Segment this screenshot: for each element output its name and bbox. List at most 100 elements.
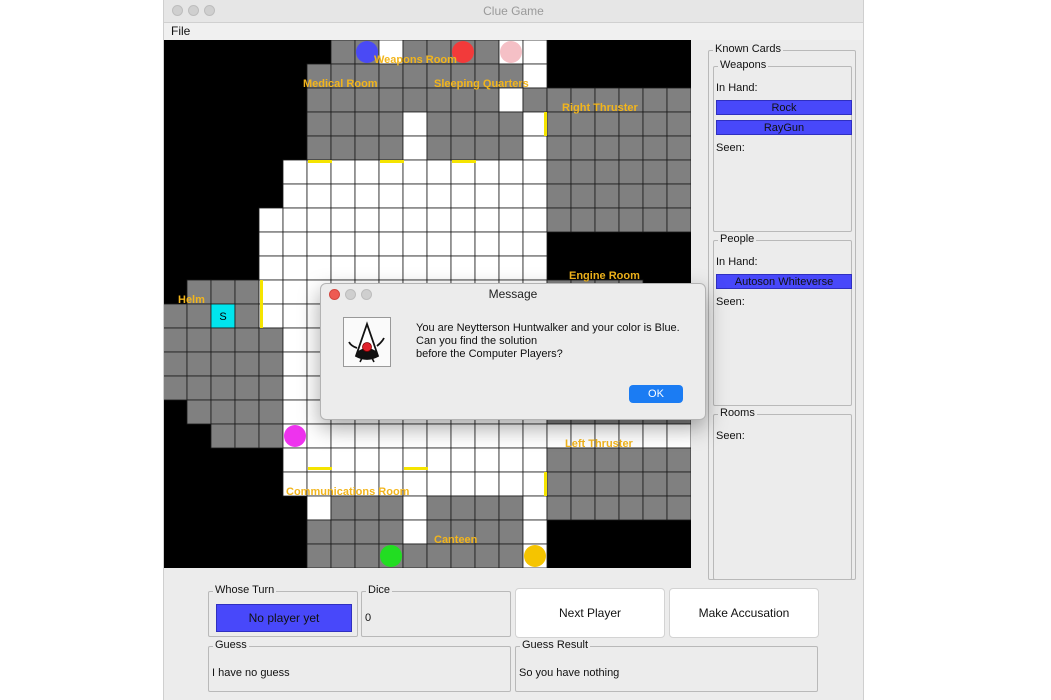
board-cell[interactable] xyxy=(498,423,524,449)
board-cell[interactable] xyxy=(282,375,308,401)
board-cell[interactable] xyxy=(354,495,380,521)
board-cell[interactable] xyxy=(642,87,668,113)
board-cell[interactable] xyxy=(426,543,452,568)
board-cell[interactable] xyxy=(522,519,548,545)
board-cell[interactable] xyxy=(498,159,524,185)
board-cell[interactable] xyxy=(378,519,404,545)
board-cell[interactable] xyxy=(330,495,356,521)
board-cell[interactable] xyxy=(618,111,644,137)
board-cell[interactable] xyxy=(522,231,548,257)
board-cell[interactable] xyxy=(426,87,452,113)
board-cell[interactable] xyxy=(282,231,308,257)
board-cell[interactable] xyxy=(498,519,524,545)
board-cell[interactable] xyxy=(498,111,524,137)
board-cell[interactable] xyxy=(450,543,476,568)
board-cell[interactable] xyxy=(354,231,380,257)
board-cell[interactable] xyxy=(594,447,620,473)
next-player-button[interactable]: Next Player xyxy=(515,588,665,638)
board-cell[interactable] xyxy=(594,495,620,521)
board-cell[interactable] xyxy=(330,111,356,137)
board-cell[interactable] xyxy=(402,423,428,449)
board-cell[interactable] xyxy=(594,471,620,497)
board-cell[interactable] xyxy=(402,255,428,281)
board-cell[interactable] xyxy=(306,495,332,521)
board-cell[interactable] xyxy=(234,279,260,305)
board-cell[interactable] xyxy=(522,207,548,233)
board-cell[interactable] xyxy=(164,303,188,329)
board-cell[interactable] xyxy=(666,207,691,233)
board-cell[interactable] xyxy=(330,231,356,257)
board-cell[interactable] xyxy=(186,399,212,425)
board-cell[interactable] xyxy=(522,471,548,497)
board-cell[interactable] xyxy=(378,111,404,137)
board-cell[interactable] xyxy=(306,543,332,568)
board-cell[interactable] xyxy=(474,87,500,113)
board-cell[interactable] xyxy=(354,111,380,137)
board-cell[interactable] xyxy=(354,87,380,113)
board-cell[interactable] xyxy=(402,135,428,161)
board-cell[interactable] xyxy=(498,543,524,568)
board-cell[interactable] xyxy=(546,135,572,161)
board-cell[interactable] xyxy=(354,207,380,233)
board-cell[interactable] xyxy=(594,111,620,137)
board-cell[interactable] xyxy=(330,87,356,113)
board-cell[interactable] xyxy=(426,135,452,161)
board-cell[interactable] xyxy=(474,495,500,521)
board-cell[interactable] xyxy=(186,327,212,353)
board-cell[interactable] xyxy=(522,255,548,281)
board-cell[interactable] xyxy=(450,159,476,185)
board-cell[interactable] xyxy=(498,495,524,521)
board-cell[interactable] xyxy=(474,183,500,209)
board-cell[interactable] xyxy=(426,495,452,521)
board-cell[interactable] xyxy=(306,519,332,545)
board-cell[interactable] xyxy=(594,207,620,233)
board-cell[interactable] xyxy=(522,87,548,113)
board-cell[interactable] xyxy=(522,159,548,185)
board-cell[interactable] xyxy=(210,375,236,401)
board-cell[interactable] xyxy=(378,231,404,257)
board-cell[interactable] xyxy=(474,519,500,545)
board-cell[interactable] xyxy=(378,63,404,89)
board-cell[interactable] xyxy=(570,111,596,137)
board-cell[interactable] xyxy=(450,471,476,497)
board-cell[interactable] xyxy=(282,327,308,353)
board-cell[interactable] xyxy=(282,159,308,185)
board-cell[interactable] xyxy=(522,111,548,137)
board-cell[interactable] xyxy=(570,471,596,497)
board-cell[interactable] xyxy=(594,159,620,185)
board-cell[interactable] xyxy=(354,159,380,185)
board-cell[interactable] xyxy=(426,471,452,497)
board-cell[interactable] xyxy=(402,207,428,233)
board-cell[interactable] xyxy=(642,423,668,449)
board-cell[interactable] xyxy=(618,207,644,233)
board-cell[interactable] xyxy=(450,207,476,233)
board-cell[interactable] xyxy=(282,447,308,473)
board-cell[interactable] xyxy=(330,519,356,545)
make-accusation-button[interactable]: Make Accusation xyxy=(669,588,819,638)
board-cell[interactable] xyxy=(666,183,691,209)
board-cell[interactable] xyxy=(642,207,668,233)
board-cell[interactable] xyxy=(426,423,452,449)
board-cell[interactable] xyxy=(474,423,500,449)
board-cell[interactable] xyxy=(618,159,644,185)
board-cell[interactable] xyxy=(642,183,668,209)
board-cell[interactable] xyxy=(210,327,236,353)
board-cell[interactable] xyxy=(498,471,524,497)
board-cell[interactable] xyxy=(234,375,260,401)
board-cell[interactable] xyxy=(474,159,500,185)
board-cell[interactable] xyxy=(306,135,332,161)
board-cell[interactable] xyxy=(570,207,596,233)
board-cell[interactable] xyxy=(642,159,668,185)
board-cell[interactable] xyxy=(642,447,668,473)
board-cell[interactable] xyxy=(354,543,380,568)
board-cell[interactable] xyxy=(618,183,644,209)
board-cell[interactable] xyxy=(378,159,404,185)
board-cell[interactable] xyxy=(330,447,356,473)
board-cell[interactable] xyxy=(282,183,308,209)
board-cell[interactable] xyxy=(378,495,404,521)
board-cell[interactable] xyxy=(546,495,572,521)
board-cell[interactable] xyxy=(210,279,236,305)
board-cell[interactable] xyxy=(186,375,212,401)
board-cell[interactable] xyxy=(354,447,380,473)
board-cell[interactable] xyxy=(594,135,620,161)
